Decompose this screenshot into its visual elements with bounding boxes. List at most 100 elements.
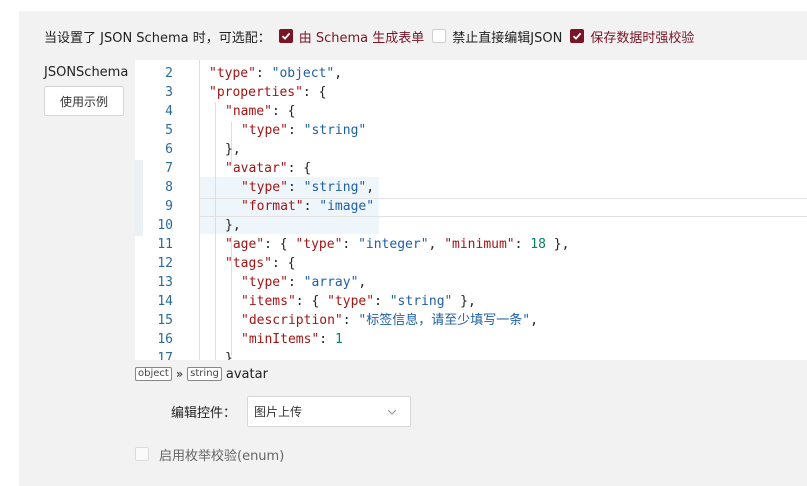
indent-guide xyxy=(199,60,200,360)
line-number: 5 xyxy=(165,123,173,138)
code-line: "type": "array", xyxy=(241,273,366,292)
edit-control-label: 编辑控件： xyxy=(171,406,237,421)
code-token: "items" xyxy=(241,294,296,309)
chevron-down-icon xyxy=(386,406,398,421)
disable-json-edit-checkbox[interactable] xyxy=(432,29,447,43)
code-line: "minItems": 1 xyxy=(241,330,343,349)
edit-control-select[interactable]: 图片上传 xyxy=(247,396,411,427)
use-example-button[interactable]: 使用示例 xyxy=(44,86,124,116)
code-token: "标签信息，请至少填写一条" xyxy=(358,313,531,328)
code-token: : { xyxy=(264,237,296,252)
line-number: 11 xyxy=(157,237,173,252)
code-token: 1 xyxy=(334,332,343,347)
code-token: }, xyxy=(545,237,570,252)
code-token: "type" xyxy=(241,180,288,195)
line-number: 14 xyxy=(157,294,173,309)
line-number: 6 xyxy=(165,142,173,157)
code-token: "type" xyxy=(327,294,375,309)
code-token: "age" xyxy=(225,237,265,252)
code-line: "name": { xyxy=(225,102,295,121)
strict-validate-checkbox[interactable] xyxy=(570,29,585,43)
code-token: : xyxy=(287,275,304,290)
code-token: : { xyxy=(271,104,296,119)
disable-json-edit-label[interactable]: 禁止直接编辑JSON xyxy=(452,27,562,46)
code-line: }, xyxy=(225,216,241,235)
line-number: 4 xyxy=(165,104,173,119)
code-token: "type" xyxy=(241,123,288,138)
enum-validation-row: 启用枚举校验(enum) xyxy=(135,445,284,464)
code-token: "object" xyxy=(271,66,335,81)
code-token: "type" xyxy=(241,275,288,290)
line-number: 8 xyxy=(165,180,173,195)
code-line: }, xyxy=(225,140,241,159)
line-number: 9 xyxy=(165,199,173,214)
string-type-tag[interactable]: string xyxy=(187,367,222,381)
code-line: "type": "object", xyxy=(209,64,342,83)
code-token: , xyxy=(358,275,367,290)
code-line: "type": "string", xyxy=(241,178,374,197)
code-line: } xyxy=(225,349,233,360)
indent-guide xyxy=(215,102,216,360)
code-token: }, xyxy=(225,142,241,157)
enum-validation-checkbox[interactable] xyxy=(135,447,149,461)
line-number: 10 xyxy=(157,218,173,233)
enum-validation-label[interactable]: 启用枚举校验(enum) xyxy=(159,445,284,464)
code-token: "type" xyxy=(209,66,256,81)
edit-control-value: 图片上传 xyxy=(254,405,303,419)
code-token: } xyxy=(225,351,233,360)
code-token: : xyxy=(303,199,320,214)
line-number: 12 xyxy=(157,256,173,271)
gen-form-checkbox[interactable] xyxy=(278,29,293,43)
code-token: 18 xyxy=(530,237,546,252)
code-line: "type": "string" xyxy=(241,121,366,140)
code-token: "string" xyxy=(389,294,453,309)
code-line: "avatar": { xyxy=(225,159,311,178)
code-token: , xyxy=(530,313,538,328)
code-token: "array" xyxy=(303,275,359,290)
code-token: , xyxy=(428,237,445,252)
line-number: 16 xyxy=(157,332,173,347)
code-line: "items": { "type": "string" }, xyxy=(241,292,476,311)
code-token: : xyxy=(514,237,531,252)
code-token: , xyxy=(334,66,343,81)
code-token: "minimum" xyxy=(444,237,515,252)
code-token: }, xyxy=(225,218,241,233)
code-token: : { xyxy=(302,85,327,100)
gen-form-label[interactable]: 由 Schema 生成表单 xyxy=(299,27,425,46)
code-line: "format": "image" xyxy=(241,197,374,216)
line-number: 2 xyxy=(165,66,173,81)
schema-options-row: 当设置了 JSON Schema 时，可选配： 由 Schema 生成表单 禁止… xyxy=(44,27,694,46)
code-token: : xyxy=(319,332,335,347)
line-number-gutter: 2 3 4 5 6 7 8 9 10 11 12 13 14 15 16 17 xyxy=(135,60,190,360)
code-token: "integer" xyxy=(358,237,429,252)
schema-breadcrumb: object » string avatar xyxy=(135,366,268,382)
object-type-tag[interactable]: object xyxy=(135,367,172,381)
line-number: 3 xyxy=(165,85,173,100)
jsonschema-label: JSONSchema xyxy=(44,65,129,80)
line-number: 15 xyxy=(157,313,173,328)
breadcrumb-separator: » xyxy=(175,367,184,381)
code-token: : { xyxy=(295,294,328,309)
code-token: "avatar" xyxy=(225,161,288,176)
code-line: "tags": { xyxy=(225,254,295,273)
line-number: 13 xyxy=(157,275,173,290)
json-code-editor[interactable]: 2 3 4 5 6 7 8 9 10 11 12 13 14 15 16 17 "type": "object… xyxy=(135,60,807,360)
code-token: : { xyxy=(271,256,296,271)
code-token: "string" xyxy=(303,180,367,195)
options-prefix: 当设置了 JSON Schema 时，可选配： xyxy=(44,30,271,46)
code-token: : xyxy=(287,123,304,138)
code-token: }, xyxy=(452,294,476,309)
code-token: "description" xyxy=(241,313,343,328)
line-number: 17 xyxy=(157,351,173,360)
code-token: : xyxy=(287,180,304,195)
code-token: : xyxy=(342,313,359,328)
code-token: , xyxy=(366,180,375,195)
code-token: "name" xyxy=(225,104,272,119)
code-line: "properties": { xyxy=(209,83,326,102)
code-token: "minItems" xyxy=(241,332,320,347)
strict-validate-label[interactable]: 保存数据时强校验 xyxy=(590,27,694,46)
code-token: : xyxy=(255,66,272,81)
code-token: "image" xyxy=(319,199,375,214)
code-token: "string" xyxy=(303,123,367,138)
code-line: "description": "标签信息，请至少填写一条", xyxy=(241,311,538,330)
